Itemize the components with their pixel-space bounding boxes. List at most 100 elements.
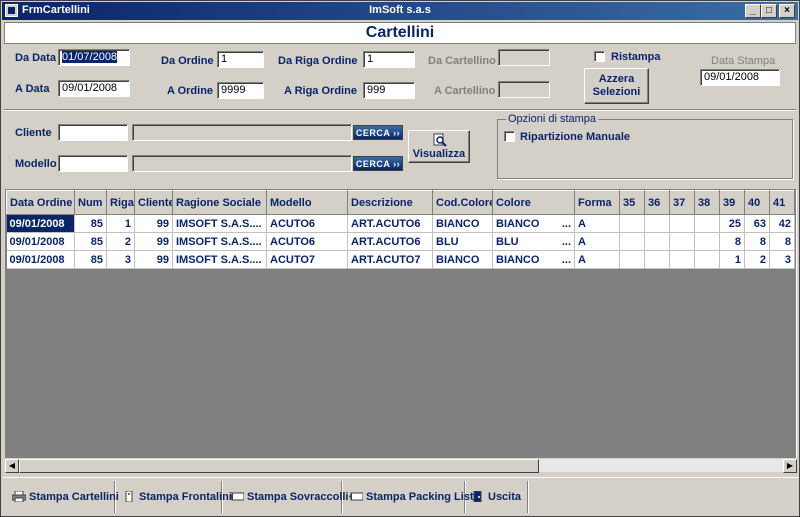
minimize-button[interactable]: _ xyxy=(745,4,761,18)
ristampa-checkbox[interactable] xyxy=(594,51,605,62)
table-cell[interactable]: 85 xyxy=(74,232,107,251)
table-cell[interactable]: 8 xyxy=(744,232,770,251)
column-header[interactable]: Ragione Sociale xyxy=(172,190,267,215)
table-cell[interactable] xyxy=(644,250,670,269)
table-cell[interactable]: IMSOFT S.A.S.... xyxy=(172,250,267,269)
column-header[interactable]: 37 xyxy=(669,190,695,215)
ellipsis-icon[interactable]: ... xyxy=(562,254,571,266)
table-cell[interactable]: 25 xyxy=(719,214,745,233)
close-button[interactable]: × xyxy=(779,4,795,18)
ripartizione-checkbox[interactable] xyxy=(504,131,515,142)
column-header[interactable]: Num xyxy=(74,190,107,215)
ellipsis-icon[interactable]: ... xyxy=(562,236,571,248)
table-cell[interactable] xyxy=(619,214,645,233)
table-cell[interactable] xyxy=(694,214,720,233)
column-header[interactable]: 39 xyxy=(719,190,745,215)
table-cell[interactable]: 99 xyxy=(134,232,173,251)
table-cell[interactable]: 2 xyxy=(106,232,135,251)
table-cell[interactable]: ART.ACUTO6 xyxy=(347,214,433,233)
table-cell[interactable] xyxy=(669,214,695,233)
column-header[interactable]: Riga xyxy=(106,190,135,215)
table-cell[interactable]: ACUTO6 xyxy=(266,214,348,233)
a-data-field[interactable]: 09/01/2008 xyxy=(58,80,130,97)
table-cell[interactable]: ART.ACUTO7 xyxy=(347,250,433,269)
table-cell[interactable]: 8 xyxy=(719,232,745,251)
column-header[interactable]: 38 xyxy=(694,190,720,215)
uscita-button[interactable]: Uscita xyxy=(466,481,528,513)
table-cell[interactable]: 09/01/2008 xyxy=(6,232,75,251)
cerca-cliente-button[interactable]: CERCA ›› xyxy=(353,125,403,140)
horizontal-scrollbar[interactable]: ◀ ▶ xyxy=(5,458,797,473)
da-ordine-field[interactable]: 1 xyxy=(217,51,264,68)
table-cell[interactable]: BIANCO ... xyxy=(492,250,575,269)
table-cell[interactable]: 09/01/2008 xyxy=(6,214,75,233)
table-cell[interactable]: 1 xyxy=(719,250,745,269)
table-cell[interactable]: 63 xyxy=(744,214,770,233)
stampa-frontalini-button[interactable]: Stampa Frontalini xyxy=(117,481,232,513)
table-cell[interactable]: IMSOFT S.A.S.... xyxy=(172,232,267,251)
table-cell[interactable]: 09/01/2008 xyxy=(6,250,75,269)
table-cell[interactable]: 99 xyxy=(134,214,173,233)
table-cell[interactable]: ACUTO7 xyxy=(266,250,348,269)
a-riga-field[interactable]: 999 xyxy=(363,82,415,99)
table-cell[interactable]: IMSOFT S.A.S.... xyxy=(172,214,267,233)
cliente-code-field[interactable] xyxy=(58,124,128,141)
table-cell[interactable]: BLU xyxy=(432,232,493,251)
table-cell[interactable]: 3 xyxy=(769,250,795,269)
visualizza-button[interactable]: Visualizza xyxy=(408,130,470,163)
scroll-thumb[interactable] xyxy=(19,459,539,473)
azzera-selezioni-button[interactable]: Azzera Selezioni xyxy=(584,68,649,104)
modello-code-field[interactable] xyxy=(58,155,128,172)
column-header[interactable]: Colore xyxy=(492,190,575,215)
table-cell[interactable]: BIANCO xyxy=(432,250,493,269)
scroll-left-icon[interactable]: ◀ xyxy=(5,459,19,473)
data-stampa-field[interactable]: 09/01/2008 xyxy=(700,69,780,86)
stampa-cartellini-button[interactable]: Stampa Cartellini xyxy=(7,481,119,513)
table-cell[interactable] xyxy=(694,232,720,251)
maximize-button[interactable]: □ xyxy=(761,4,777,18)
table-row[interactable]: 09/01/2008 85 3 99 IMSOFT S.A.S.... ACUTO7 ART… xyxy=(6,250,795,269)
table-cell[interactable]: BIANCO ... xyxy=(492,214,575,233)
table-row[interactable]: 09/01/2008 85 1 99 IMSOFT S.A.S.... ACUTO6 ART… xyxy=(6,214,795,233)
column-header[interactable]: 41 xyxy=(769,190,795,215)
column-header[interactable]: Forma xyxy=(574,190,620,215)
ellipsis-icon[interactable]: ... xyxy=(562,218,571,230)
table-cell[interactable] xyxy=(669,232,695,251)
table-cell[interactable] xyxy=(644,232,670,251)
da-riga-field[interactable]: 1 xyxy=(363,51,415,68)
column-header[interactable]: 36 xyxy=(644,190,670,215)
table-cell[interactable]: A xyxy=(574,250,620,269)
table-cell[interactable]: 3 xyxy=(106,250,135,269)
table-cell[interactable]: 85 xyxy=(74,214,107,233)
table-cell[interactable] xyxy=(644,214,670,233)
column-header[interactable]: Cod.Colore xyxy=(432,190,493,215)
cerca-modello-button[interactable]: CERCA ›› xyxy=(353,156,403,171)
scroll-right-icon[interactable]: ▶ xyxy=(783,459,797,473)
column-header[interactable]: Modello xyxy=(266,190,348,215)
column-header[interactable]: 40 xyxy=(744,190,770,215)
table-cell[interactable] xyxy=(669,250,695,269)
table-cell[interactable]: ART.ACUTO6 xyxy=(347,232,433,251)
table-cell[interactable]: 8 xyxy=(769,232,795,251)
table-cell[interactable]: 2 xyxy=(744,250,770,269)
table-cell[interactable]: A xyxy=(574,232,620,251)
table-cell[interactable]: 99 xyxy=(134,250,173,269)
column-header[interactable]: 35 xyxy=(619,190,645,215)
table-cell[interactable]: 85 xyxy=(74,250,107,269)
table-cell[interactable]: A xyxy=(574,214,620,233)
stampa-packing-list-button[interactable]: Stampa Packing List xyxy=(344,481,474,513)
stampa-sovraccolli-button[interactable]: Stampa Sovraccolli xyxy=(225,481,349,513)
table-cell[interactable] xyxy=(619,250,645,269)
table-cell[interactable]: BIANCO xyxy=(432,214,493,233)
table-cell[interactable] xyxy=(694,250,720,269)
column-header[interactable]: Cliente xyxy=(134,190,173,215)
orders-grid[interactable]: Data Ordine Num Riga Cliente Ragione Sociale… xyxy=(5,189,797,459)
table-cell[interactable]: ACUTO6 xyxy=(266,232,348,251)
column-header[interactable]: Descrizione xyxy=(347,190,433,215)
table-row[interactable]: 09/01/2008 85 2 99 IMSOFT S.A.S.... ACUTO6 ART… xyxy=(6,232,795,251)
table-cell[interactable]: 42 xyxy=(769,214,795,233)
column-header[interactable]: Data Ordine xyxy=(6,190,75,215)
a-ordine-field[interactable]: 9999 xyxy=(217,82,264,99)
table-cell[interactable] xyxy=(619,232,645,251)
table-cell[interactable]: BLU ... xyxy=(492,232,575,251)
